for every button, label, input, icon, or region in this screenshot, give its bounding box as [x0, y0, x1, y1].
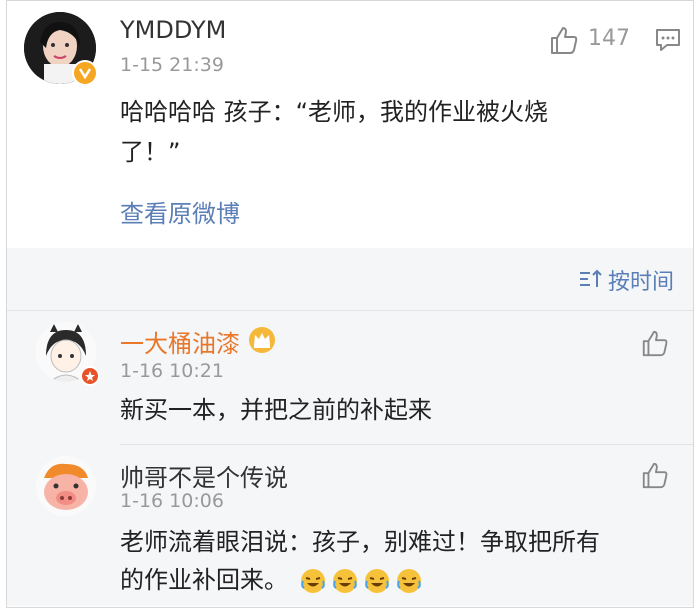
vip-crown-icon — [248, 326, 276, 354]
commenter-name[interactable]: 一大桶油漆 — [120, 324, 240, 359]
divider — [120, 444, 693, 445]
sort-label: 按时间 — [608, 270, 675, 295]
laughing-cry-emoji-icon — [333, 569, 357, 593]
thumbs-up-icon — [551, 27, 578, 54]
comment-like-button[interactable] — [640, 460, 670, 490]
view-original-link[interactable]: 查看原微博 — [120, 194, 240, 229]
post-timestamp: 1-15 21:39 — [120, 54, 224, 76]
post-text-line-1: 哈哈哈哈 孩子：“老师，我的作业被火烧 — [120, 98, 549, 126]
commenter-name[interactable]: 帅哥不是个传说 — [120, 458, 288, 493]
comment-icon — [656, 29, 680, 51]
commenter-avatar[interactable] — [36, 456, 96, 516]
comment-text-line-1: 老师流着眼泪说：孩子，别难过！争取把所有 — [120, 528, 600, 556]
laughing-cry-emoji-icon — [301, 569, 325, 593]
laughing-cry-emoji-icon — [365, 569, 389, 593]
sort-icon — [580, 269, 602, 287]
thumbs-up-icon — [642, 330, 668, 357]
laughing-cry-emoji-icon — [397, 569, 421, 593]
post-author-name[interactable]: YMDDYM — [120, 16, 226, 44]
post-like-button[interactable]: 147 — [548, 24, 638, 58]
divider — [7, 310, 693, 311]
like-count: 147 — [588, 26, 630, 51]
comment-button[interactable] — [654, 26, 682, 54]
comment-text-line-2: 的作业补回来。 — [120, 566, 288, 594]
comment-timestamp: 1-16 10:06 — [120, 490, 224, 512]
verified-badge — [72, 60, 98, 86]
laughing-cry-emoji-row — [300, 568, 430, 594]
sort-by-time-button[interactable]: 按时间 — [578, 264, 688, 295]
comment-like-button[interactable] — [640, 328, 670, 358]
comment-text: 新买一本，并把之前的补起来 — [120, 396, 432, 424]
thumbs-up-icon — [642, 462, 668, 489]
comment-timestamp: 1-16 10:21 — [120, 360, 224, 382]
verified-badge — [80, 366, 100, 386]
post-text-line-2: 了！” — [120, 138, 181, 166]
